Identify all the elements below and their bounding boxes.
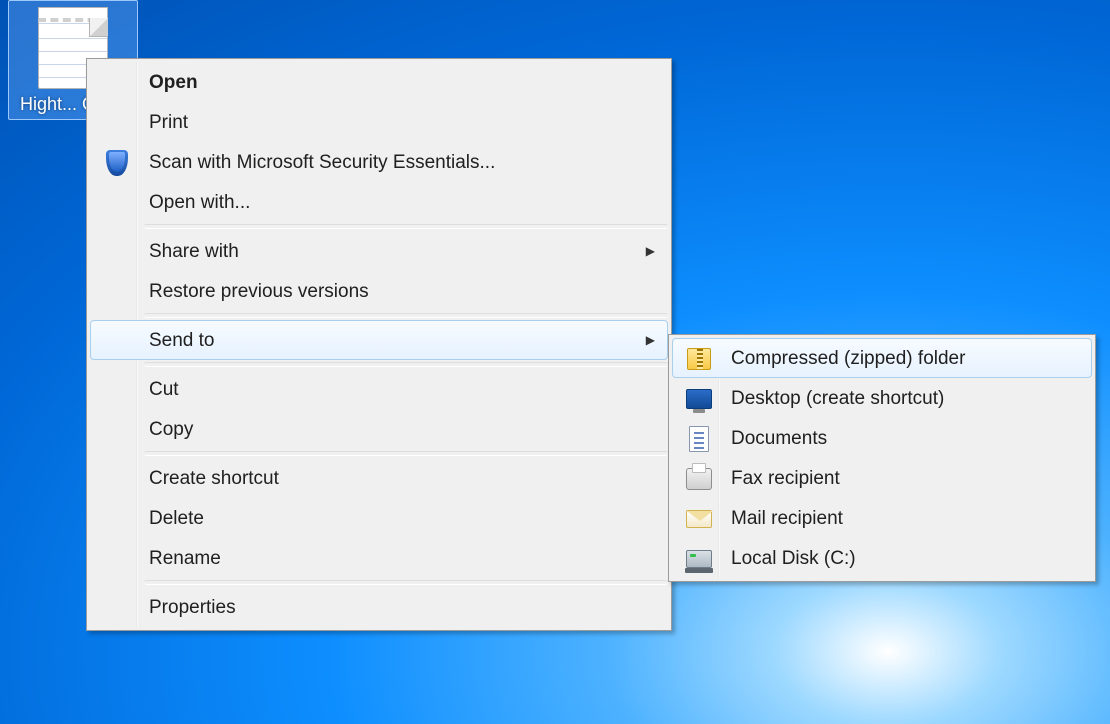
menu-separator: [144, 224, 668, 229]
submenu-item-desktop-shortcut[interactable]: Desktop (create shortcut): [672, 378, 1092, 418]
menu-item-open[interactable]: Open: [90, 62, 668, 102]
menu-item-label: Delete: [149, 508, 204, 529]
menu-separator: [144, 580, 668, 585]
mail-icon: [685, 505, 713, 533]
menu-item-cut[interactable]: Cut: [90, 369, 668, 409]
menu-separator: [144, 362, 668, 367]
menu-item-label: Scan with Microsoft Security Essentials.…: [149, 152, 495, 173]
desktop-icon: [685, 385, 713, 413]
menu-separator: [144, 451, 668, 456]
shield-icon: [103, 149, 131, 177]
menu-item-label: Cut: [149, 379, 179, 400]
document-icon: [685, 425, 713, 453]
fax-icon: [685, 465, 713, 493]
submenu-item-documents[interactable]: Documents: [672, 418, 1092, 458]
submenu-arrow-icon: ▶: [646, 232, 655, 270]
menu-item-share-with[interactable]: Share with ▶: [90, 231, 668, 271]
menu-item-scan[interactable]: Scan with Microsoft Security Essentials.…: [90, 142, 668, 182]
menu-item-properties[interactable]: Properties: [90, 587, 668, 627]
menu-separator: [144, 313, 668, 318]
submenu-item-fax-recipient[interactable]: Fax recipient: [672, 458, 1092, 498]
submenu-item-local-disk[interactable]: Local Disk (C:): [672, 538, 1092, 578]
menu-item-label: Compressed (zipped) folder: [731, 348, 965, 369]
zip-folder-icon: [685, 345, 713, 373]
menu-item-restore-previous[interactable]: Restore previous versions: [90, 271, 668, 311]
context-menu: Open Print Scan with Microsoft Security …: [86, 58, 672, 631]
menu-item-delete[interactable]: Delete: [90, 498, 668, 538]
menu-item-label: Mail recipient: [731, 508, 843, 529]
submenu-item-compressed-folder[interactable]: Compressed (zipped) folder: [672, 338, 1092, 378]
menu-item-label: Open with...: [149, 192, 250, 213]
menu-item-label: Restore previous versions: [149, 281, 369, 302]
menu-item-open-with[interactable]: Open with...: [90, 182, 668, 222]
menu-item-label: Rename: [149, 548, 221, 569]
menu-item-label: Local Disk (C:): [731, 548, 856, 569]
menu-item-label: Print: [149, 112, 188, 133]
menu-item-copy[interactable]: Copy: [90, 409, 668, 449]
menu-item-label: Fax recipient: [731, 468, 840, 489]
submenu-item-mail-recipient[interactable]: Mail recipient: [672, 498, 1092, 538]
menu-item-label: Create shortcut: [149, 468, 279, 489]
menu-item-label: Open: [149, 72, 198, 93]
menu-item-send-to[interactable]: Send to ▶: [90, 320, 668, 360]
menu-item-create-shortcut[interactable]: Create shortcut: [90, 458, 668, 498]
send-to-submenu: Compressed (zipped) folder Desktop (crea…: [668, 334, 1096, 582]
menu-item-label: Properties: [149, 597, 236, 618]
menu-item-label: Documents: [731, 428, 827, 449]
menu-item-label: Send to: [149, 330, 215, 351]
submenu-arrow-icon: ▶: [646, 321, 655, 359]
menu-item-rename[interactable]: Rename: [90, 538, 668, 578]
menu-item-label: Copy: [149, 419, 193, 440]
menu-item-label: Desktop (create shortcut): [731, 388, 944, 409]
disk-icon: [685, 545, 713, 573]
menu-item-label: Share with: [149, 241, 239, 262]
menu-item-print[interactable]: Print: [90, 102, 668, 142]
